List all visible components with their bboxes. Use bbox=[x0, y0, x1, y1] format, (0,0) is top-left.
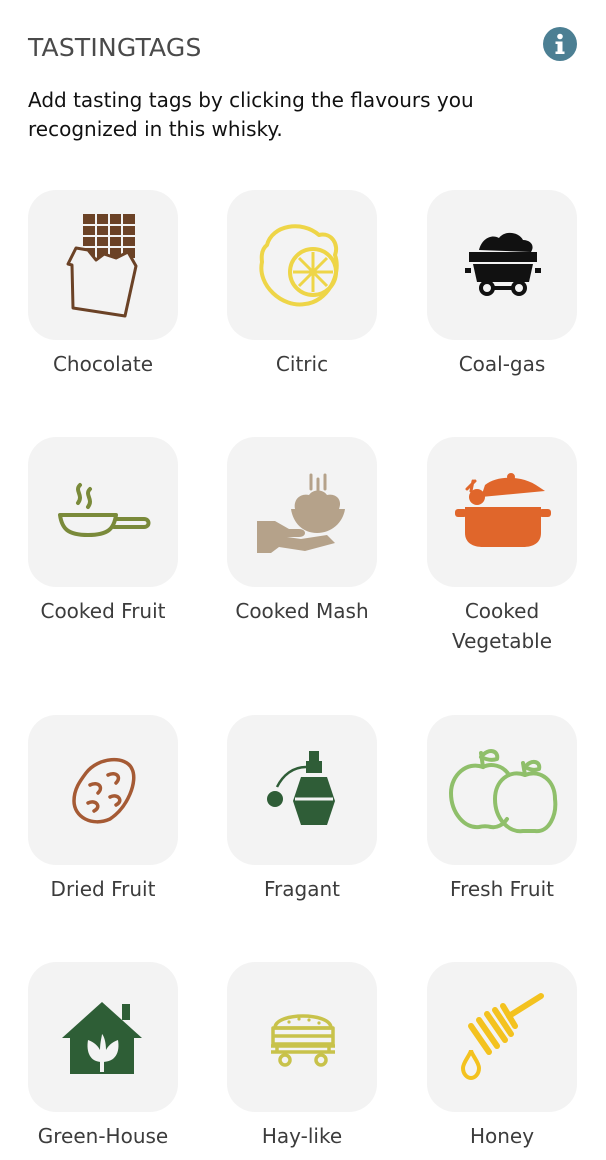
apples-icon bbox=[449, 749, 558, 834]
tag-chocolate[interactable]: Chocolate bbox=[28, 190, 178, 379]
tag-tile[interactable] bbox=[427, 190, 577, 340]
tag-dried-fruit[interactable]: Dried Fruit bbox=[28, 715, 178, 904]
tag-label: Citric bbox=[275, 352, 329, 376]
coal-cart-icon bbox=[465, 232, 541, 296]
tag-label: Dried Fruit bbox=[50, 877, 156, 901]
tag-tile[interactable] bbox=[227, 715, 377, 865]
page-title: TASTINGTAGS bbox=[28, 33, 202, 62]
chocolate-bar-icon bbox=[66, 214, 138, 318]
tag-cooked-mash[interactable]: Cooked Mash bbox=[227, 437, 377, 626]
tag-tile[interactable] bbox=[427, 962, 577, 1112]
tag-tile[interactable] bbox=[28, 715, 178, 865]
tag-label: Coal-gas bbox=[458, 352, 546, 376]
tag-fragant[interactable]: Fragant bbox=[227, 715, 377, 904]
tag-label: Cooked Fruit bbox=[40, 599, 166, 623]
tag-label: Fresh Fruit bbox=[450, 877, 554, 901]
tag-label: Chocolate bbox=[52, 352, 154, 376]
tag-label: Cooked Mash bbox=[235, 599, 369, 623]
tag-green-house[interactable]: Green-House bbox=[28, 962, 178, 1151]
frying-pan-icon bbox=[58, 483, 151, 537]
tag-cooked-vegetable[interactable]: Cooked Vegetable bbox=[427, 437, 577, 656]
perfume-bottle-icon bbox=[267, 751, 335, 825]
cooking-pot-icon bbox=[455, 473, 551, 547]
tag-cooked-fruit[interactable]: Cooked Fruit bbox=[28, 437, 178, 626]
tag-tile[interactable] bbox=[28, 962, 178, 1112]
tag-tile[interactable] bbox=[227, 962, 377, 1112]
tag-honey[interactable]: Honey bbox=[427, 962, 577, 1151]
lemon-icon bbox=[259, 224, 339, 307]
tag-label: Honey bbox=[469, 1124, 535, 1148]
tag-tile[interactable] bbox=[227, 437, 377, 587]
tag-fresh-fruit[interactable]: Fresh Fruit bbox=[427, 715, 577, 904]
tag-label: Hay-like bbox=[261, 1124, 343, 1148]
intro-text: Add tasting tags by clicking the flavour… bbox=[28, 88, 474, 141]
tag-coal-gas[interactable]: Coal-gas bbox=[427, 190, 577, 379]
raisin-icon bbox=[72, 758, 136, 824]
honey-dipper-icon bbox=[460, 993, 544, 1081]
greenhouse-icon bbox=[62, 1002, 142, 1074]
tag-tile[interactable] bbox=[28, 437, 178, 587]
hay-cart-icon bbox=[271, 1014, 335, 1067]
tag-tile[interactable] bbox=[227, 190, 377, 340]
tag-citric[interactable]: Citric bbox=[227, 190, 377, 379]
info-icon[interactable] bbox=[543, 27, 577, 61]
tag-tile[interactable] bbox=[427, 715, 577, 865]
tag-tile[interactable] bbox=[427, 437, 577, 587]
tag-label: Green-House bbox=[37, 1124, 169, 1148]
tag-tile[interactable] bbox=[28, 190, 178, 340]
tag-hay-like[interactable]: Hay-like bbox=[227, 962, 377, 1151]
tag-label: Fragant bbox=[264, 877, 340, 901]
tag-label: Cooked Vegetable bbox=[451, 599, 553, 653]
hand-bowl-icon bbox=[257, 473, 345, 553]
